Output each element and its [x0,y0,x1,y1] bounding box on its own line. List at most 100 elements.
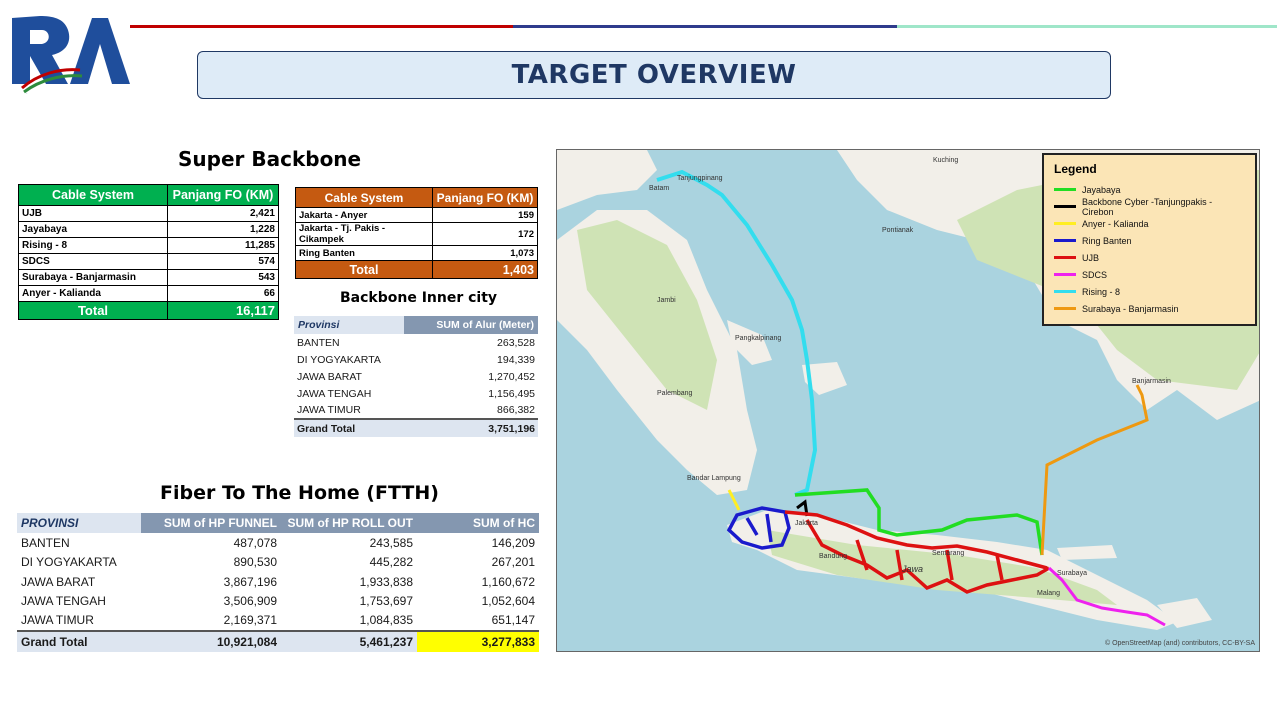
place-label: Bandung [819,553,847,560]
grand-total-value: 10,921,084 [141,629,281,652]
table-header-row: Provinsi SUM of Alur (Meter) [294,316,538,334]
header-rule-mint [897,25,1277,28]
cell: 445,282 [369,555,413,570]
table-row: Anyer - Kalianda 66 [18,285,279,302]
inner-city-table: Provinsi SUM of Alur (Meter) BANTEN 263,5… [294,316,538,437]
total-row: Total 1,403 [295,260,538,279]
cell: 1,228 [167,221,279,238]
cell: 487,078 [233,535,277,550]
page-title: TARGET OVERVIEW [511,60,797,90]
cell: 159 [432,207,538,223]
total-label: Total [18,301,168,320]
table-header-row: Cable System Panjang FO (KM) [295,187,538,208]
cell: 2,169,371 [223,613,277,628]
cell: 66 [167,285,279,302]
col-header-panjang: Panjang FO (KM) [432,187,538,208]
cell: 543 [167,269,279,286]
table-row: JAWA BARAT 1,270,452 [294,368,538,385]
table-row: BANTEN 263,528 [294,334,538,351]
cell: Jakarta - Anyer [295,207,433,223]
col-header-hp-rollout: SUM of HP ROLL OUT [281,513,417,533]
legend-label: Jayabaya [1082,184,1121,195]
cell: 263,528 [497,336,535,349]
place-label: Tanjungpinang [677,175,723,182]
place-label: Banjarmasin [1132,378,1171,385]
legend-item: Surabaya - Banjarmasin [1054,300,1245,317]
table-header-row: PROVINSI SUM of HP FUNNEL SUM of HP ROLL… [17,513,539,533]
cell: 1,270,452 [488,370,535,383]
table-row: JAWA TENGAH 3,506,909 1,753,697 1,052,604 [17,592,539,612]
cell: 651,147 [491,613,535,628]
network-map[interactable]: Batam Tanjungpinang Kuching Pontianak Ja… [556,149,1260,652]
legend-swatch [1054,290,1076,293]
inner-city-title: Backbone Inner city [340,290,498,306]
cell: 267,201 [491,555,535,570]
cell: Rising - 8 [18,237,168,254]
place-label: Bandar Lampung [687,475,741,482]
table-row: Jakarta - Anyer 159 [295,207,538,223]
table-row: JAWA TIMUR 2,169,371 1,084,835 651,147 [17,611,539,631]
grand-total-label: Grand Total [17,629,141,652]
cell: 2,421 [167,205,279,222]
cell: 11,285 [167,237,279,254]
legend-swatch [1054,205,1076,208]
grand-total-hc-highlight: 3,277,833 [417,629,539,652]
place-label: Surabaya [1057,570,1087,577]
place-label: Pangkalpinang [735,335,781,342]
legend-title: Legend [1054,162,1097,176]
cell: JAWA TIMUR [297,404,361,416]
table-row: Rising - 8 11,285 [18,237,279,254]
grand-total-row: Grand Total 3,751,196 [294,418,538,437]
cell: JAWA TENGAH [21,594,106,609]
cell: Ring Banten [295,245,433,261]
cell: JAWA TENGAH [297,387,372,400]
place-label: Kuching [933,157,958,164]
cell: 1,156,495 [488,387,535,400]
table-row: JAWA TENGAH 1,156,495 [294,385,538,402]
legend-swatch [1054,307,1076,310]
cell: 3,867,196 [223,574,277,589]
col-header-hp-funnel: SUM of HP FUNNEL [141,513,281,533]
map-credit[interactable]: © OpenStreetMap (and) contributors, CC-B… [1105,640,1255,647]
col-header-provinsi: Provinsi [294,316,404,334]
table-header-row: Cable System Panjang FO (KM) [18,184,279,206]
col-header-hc: SUM of HC [417,513,539,533]
legend-item: Backbone Cyber -Tanjungpakis - Cirebon [1054,196,1245,217]
cell: BANTEN [21,535,70,550]
cell: DI YOGYAKARTA [297,353,381,366]
col-header-provinsi: PROVINSI [17,513,141,533]
cell: 243,585 [369,535,413,550]
cell: BANTEN [297,336,340,349]
ftth-title: Fiber To The Home (FTTH) [160,482,439,504]
col-header-sum-alur: SUM of Alur (Meter) [404,316,538,334]
place-label: Jakarta [795,520,818,527]
backbone-orange-table: Cable System Panjang FO (KM) Jakarta - A… [295,187,538,279]
total-label: Total [295,260,433,279]
col-header-cable-system: Cable System [295,187,433,208]
legend-item: UJB [1054,249,1245,266]
super-backbone-table: Cable System Panjang FO (KM) UJB 2,421 Ja… [18,184,279,320]
title-banner: TARGET OVERVIEW [197,51,1111,99]
grand-total-row: Grand Total 10,921,084 5,461,237 3,277,833 [17,629,539,652]
cell: 172 [432,222,538,246]
legend-label: Backbone Cyber -Tanjungpakis - Cirebon [1082,196,1213,217]
legend-label: UJB [1082,252,1100,263]
legend-label: Surabaya - Banjarmasin [1082,303,1179,314]
cell: 574 [167,253,279,270]
cell: DI YOGYAKARTA [21,555,117,570]
cell: 1,753,697 [359,594,413,609]
table-row: JAWA TIMUR 866,382 [294,402,538,419]
cell: 3,506,909 [223,594,277,609]
legend-swatch [1054,222,1076,225]
place-label: Pontianak [882,227,914,234]
cell: 146,209 [491,535,535,550]
table-row: Surabaya - Banjarmasin 543 [18,269,279,286]
place-label: Malang [1037,590,1060,597]
cell: 1,052,604 [481,594,535,609]
cell: 1,160,672 [481,574,535,589]
cell: Surabaya - Banjarmasin [18,269,168,286]
grand-total-label: Grand Total [294,418,404,437]
cell: 194,339 [497,353,535,366]
table-row: Jakarta - Tj. Pakis - Cikampek 172 [295,222,538,246]
logo-text: RA [26,92,28,95]
